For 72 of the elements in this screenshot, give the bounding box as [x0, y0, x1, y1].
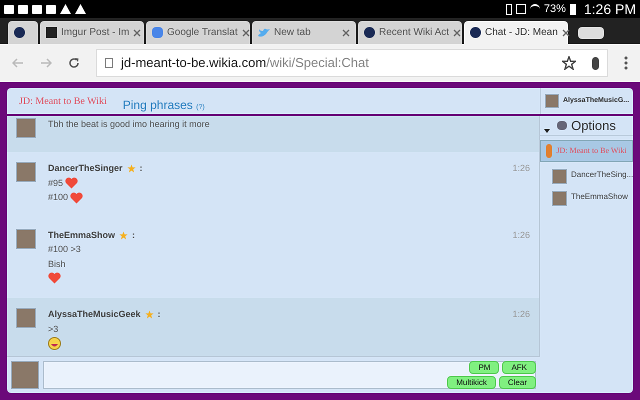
- user-list-item[interactable]: TheEmmaShow: [540, 191, 633, 206]
- imgur-favicon-icon: [46, 27, 57, 38]
- chat-action-button[interactable]: Multikick: [447, 376, 496, 389]
- chat-action-button[interactable]: PM: [469, 361, 500, 374]
- tab-title: Recent Wiki Act: [379, 26, 450, 40]
- message-input[interactable]: PM AFK Multikick Clear: [43, 361, 536, 389]
- avatar-placeholder: [11, 361, 39, 389]
- heart-icon: [48, 272, 61, 284]
- tab-title: New tab: [274, 26, 312, 40]
- message-username: TheEmmaShow: [48, 228, 116, 242]
- user-list-item[interactable]: DancerTheSing...: [540, 169, 633, 184]
- wiki-favicon-icon: [14, 27, 25, 38]
- colon: :: [132, 228, 136, 242]
- avatar-placeholder: [16, 162, 36, 182]
- battery-percentage: 73%: [544, 2, 566, 17]
- url-text: jd-meant-to-be.wikia.com/wiki/Special:Chat: [121, 54, 369, 72]
- wiki-logo: JD: Meant to Be Wiki: [19, 94, 107, 108]
- warning-icon: [75, 4, 86, 14]
- tab-title: Chat - JD: Mean: [485, 26, 558, 40]
- tab-title: Imgur Post - Im: [61, 26, 130, 40]
- address-bar[interactable]: jd-meant-to-be.wikia.com/wiki/Special:Chat: [96, 49, 608, 77]
- colon: :: [140, 162, 143, 175]
- new-tab-button[interactable]: [578, 27, 604, 39]
- clock: 1:26 PM: [584, 0, 636, 18]
- message-text: >3: [48, 322, 58, 336]
- wiki-favicon-icon: [470, 27, 481, 38]
- heart-icon: [65, 177, 78, 190]
- wiki-favicon-icon: [364, 27, 375, 38]
- avatar-placeholder: [16, 228, 36, 248]
- message-time: 1:26: [512, 162, 530, 175]
- tab-title: Google Translat: [167, 26, 238, 40]
- message-text: Bish: [48, 258, 66, 270]
- close-icon[interactable]: [562, 28, 570, 36]
- message-username: AlyssaTheMusicGeek: [48, 308, 141, 321]
- star-icon[interactable]: [562, 56, 576, 70]
- star-icon: [144, 310, 154, 320]
- avatar-placeholder: [16, 118, 36, 138]
- browser-tab[interactable]: Recent Wiki Act: [358, 21, 462, 44]
- laughing-face-icon: [48, 337, 61, 350]
- translate-favicon-icon: [152, 27, 163, 38]
- bird-icon: [258, 28, 270, 38]
- browser-tab[interactable]: Google Translat: [146, 21, 250, 44]
- warning-icon: [60, 4, 71, 14]
- message-username: DancerTheSinger: [48, 162, 123, 175]
- browser-tab[interactable]: New tab: [252, 21, 356, 44]
- star-icon: [119, 230, 128, 240]
- options-button[interactable]: Options: [571, 116, 616, 136]
- browser-tab[interactable]: Chat - JD: Mean: [464, 21, 568, 44]
- avatar-placeholder: [552, 169, 567, 184]
- room-name: JD: Meant to Be Wiki: [556, 145, 627, 157]
- message-text: #100: [48, 191, 68, 204]
- heart-icon: [70, 192, 84, 204]
- avatar-placeholder: [552, 191, 567, 206]
- star-icon: [126, 164, 136, 174]
- caret-icon[interactable]: [544, 129, 550, 133]
- chat-action-button[interactable]: Clear: [498, 376, 536, 389]
- message-text: Tbh the beat is good imo hearing it more: [48, 118, 210, 131]
- chat-action-button[interactable]: AFK: [502, 361, 536, 374]
- reload-icon[interactable]: [68, 57, 80, 69]
- message-time: 1:26: [512, 308, 530, 321]
- message-time: 1:26: [512, 228, 530, 242]
- browser-tab[interactable]: [8, 21, 38, 44]
- colon: :: [158, 308, 161, 321]
- avatar-placeholder: [545, 94, 559, 108]
- menu-icon[interactable]: [624, 56, 628, 70]
- message-text: #100 >3: [48, 243, 81, 256]
- microphone-icon[interactable]: [592, 56, 599, 70]
- message-text: #95: [48, 176, 64, 190]
- page-icon: [105, 58, 113, 68]
- avatar-placeholder: [16, 308, 36, 328]
- browser-tab[interactable]: Imgur Post - Im: [40, 21, 144, 44]
- battery-icon: [570, 4, 576, 14]
